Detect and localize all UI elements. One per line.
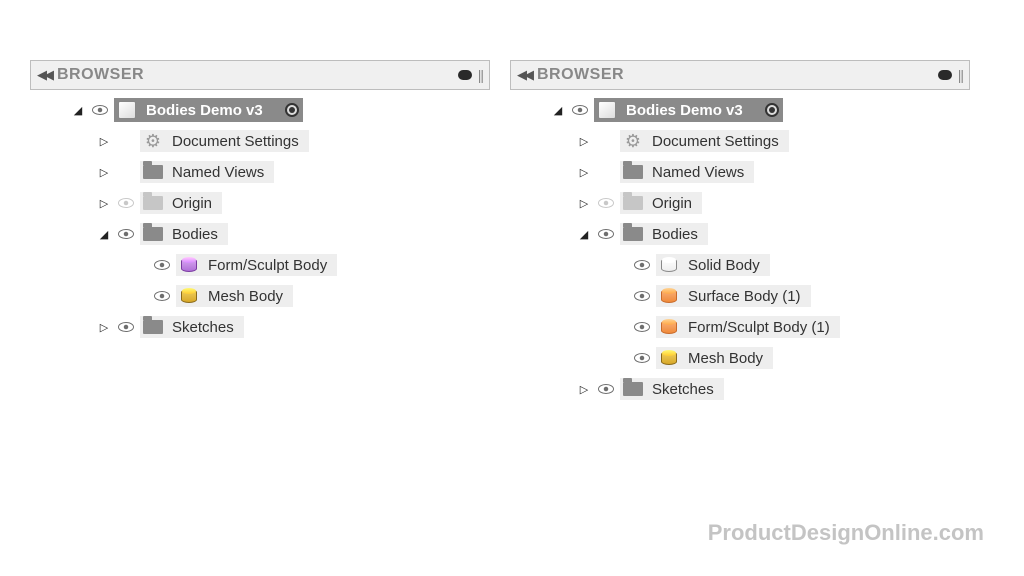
tree-item-document-settings[interactable]: ▷ ⚙ Document Settings [30,127,490,155]
item-label: Form/Sculpt Body (1) [682,316,840,338]
visibility-icon[interactable] [89,100,111,120]
browser-panel-left: ◀◀ BROWSER || ◢ Bodies Demo v3 ▷ ⚙ Docum… [30,60,490,412]
activate-radio-icon[interactable] [761,98,783,122]
expand-arrow-icon[interactable]: ▷ [576,135,592,148]
item-label: Bodies [646,223,708,245]
browser-title: BROWSER [57,66,458,84]
watermark: ProductDesignOnline.com [708,520,984,546]
tree-item-bodies[interactable]: ◢ Bodies [510,220,970,248]
item-label: Sketches [166,316,244,338]
activate-radio-icon[interactable] [281,98,303,122]
tree-item-body[interactable]: Surface Body (1) [510,282,970,310]
surface-body-icon [656,285,682,307]
visibility-hidden-icon[interactable] [595,193,617,213]
sculpt-body-icon [656,316,682,338]
browser-header[interactable]: ◀◀ BROWSER || [30,60,490,90]
tree-item-origin[interactable]: ▷ Origin [30,189,490,217]
item-label: Origin [166,192,222,214]
tree-item-bodies[interactable]: ◢ Bodies [30,220,490,248]
item-label: Form/Sculpt Body [202,254,337,276]
drag-handle-icon[interactable]: || [478,67,483,83]
visibility-icon[interactable] [595,379,617,399]
tree-item-body[interactable]: Form/Sculpt Body [30,251,490,279]
item-label: Mesh Body [202,285,293,307]
visibility-icon[interactable] [115,317,137,337]
solid-body-icon [656,254,682,276]
visibility-icon[interactable] [115,224,137,244]
visibility-icon[interactable] [631,348,653,368]
tree-item-root[interactable]: ◢ Bodies Demo v3 [510,96,970,124]
folder-icon [140,192,166,214]
expand-arrow-icon[interactable]: ▷ [96,197,112,210]
expand-arrow-icon[interactable]: ◢ [96,228,112,241]
visibility-icon[interactable] [595,224,617,244]
rewind-icon[interactable]: ◀◀ [517,67,531,83]
tree-item-body[interactable]: Form/Sculpt Body (1) [510,313,970,341]
item-label: Bodies Demo v3 [620,98,761,122]
rewind-icon[interactable]: ◀◀ [37,67,51,83]
browser-panel-right: ◀◀ BROWSER || ◢ Bodies Demo v3 ▷ ⚙ Docum… [510,60,970,412]
expand-arrow-icon[interactable]: ▷ [576,383,592,396]
visibility-icon[interactable] [569,100,591,120]
folder-icon [140,223,166,245]
tree: ◢ Bodies Demo v3 ▷ ⚙ Document Settings ▷… [510,90,970,412]
tree-item-body[interactable]: Mesh Body [510,344,970,372]
folder-icon [620,378,646,400]
gear-icon: ⚙ [140,130,166,152]
tree-item-sketches[interactable]: ▷ Sketches [510,375,970,403]
expand-arrow-icon[interactable]: ◢ [70,104,86,117]
gear-icon: ⚙ [620,130,646,152]
browser-header[interactable]: ◀◀ BROWSER || [510,60,970,90]
visibility-icon[interactable] [631,317,653,337]
item-label: Mesh Body [682,347,773,369]
folder-icon [620,223,646,245]
expand-arrow-icon[interactable]: ▷ [96,321,112,334]
mesh-body-icon [176,285,202,307]
item-label: Named Views [166,161,274,183]
item-label: Surface Body (1) [682,285,811,307]
strip-icon[interactable] [458,70,472,80]
component-icon [114,98,140,122]
expand-arrow-icon[interactable]: ◢ [576,228,592,241]
tree-item-sketches[interactable]: ▷ Sketches [30,313,490,341]
item-label: Bodies [166,223,228,245]
sculpt-body-icon [176,254,202,276]
folder-icon [620,161,646,183]
expand-arrow-icon[interactable]: ▷ [576,197,592,210]
visibility-icon[interactable] [631,286,653,306]
tree-item-document-settings[interactable]: ▷ ⚙ Document Settings [510,127,970,155]
tree-item-named-views[interactable]: ▷ Named Views [30,158,490,186]
item-label: Document Settings [646,130,789,152]
folder-icon [140,161,166,183]
folder-icon [140,316,166,338]
strip-icon[interactable] [938,70,952,80]
folder-icon [620,192,646,214]
component-icon [594,98,620,122]
item-label: Sketches [646,378,724,400]
drag-handle-icon[interactable]: || [958,67,963,83]
visibility-icon[interactable] [631,255,653,275]
tree-item-origin[interactable]: ▷ Origin [510,189,970,217]
mesh-body-icon [656,347,682,369]
expand-arrow-icon[interactable]: ▷ [96,135,112,148]
tree-item-body[interactable]: Solid Body [510,251,970,279]
visibility-icon[interactable] [151,255,173,275]
expand-arrow-icon[interactable]: ▷ [576,166,592,179]
browser-title: BROWSER [537,66,938,84]
tree: ◢ Bodies Demo v3 ▷ ⚙ Document Settings ▷… [30,90,490,350]
item-label: Origin [646,192,702,214]
visibility-icon[interactable] [151,286,173,306]
item-label: Document Settings [166,130,309,152]
item-label: Named Views [646,161,754,183]
item-label: Bodies Demo v3 [140,98,281,122]
tree-item-body[interactable]: Mesh Body [30,282,490,310]
expand-arrow-icon[interactable]: ◢ [550,104,566,117]
expand-arrow-icon[interactable]: ▷ [96,166,112,179]
visibility-hidden-icon[interactable] [115,193,137,213]
tree-item-root[interactable]: ◢ Bodies Demo v3 [30,96,490,124]
item-label: Solid Body [682,254,770,276]
tree-item-named-views[interactable]: ▷ Named Views [510,158,970,186]
